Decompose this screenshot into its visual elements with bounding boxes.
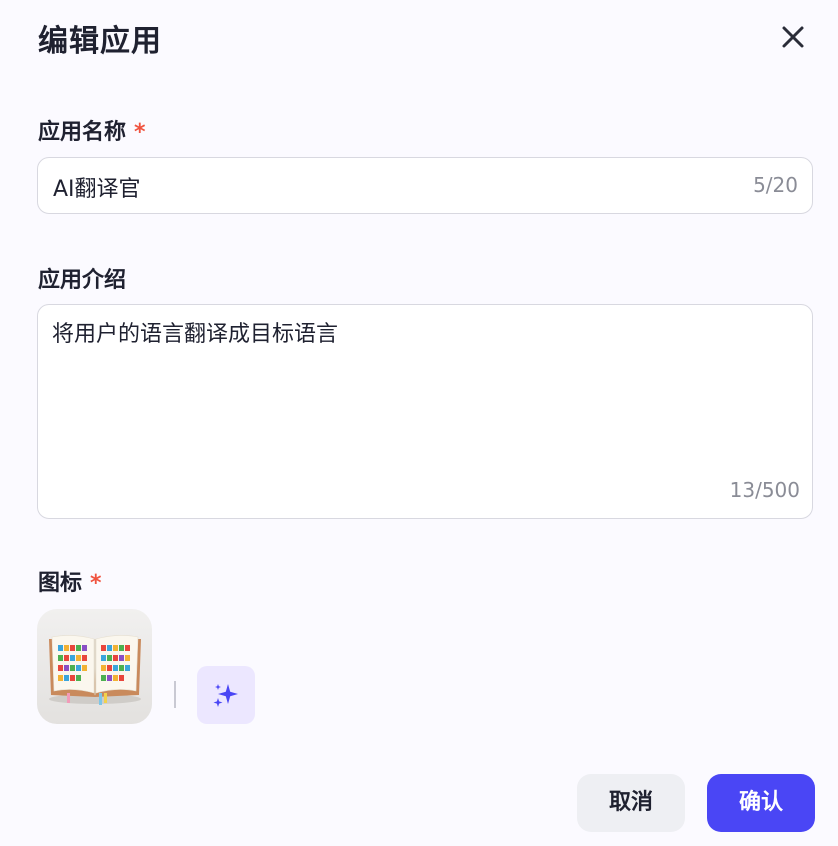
app-desc-textarea[interactable]: 将用户的语言翻译成目标语言 13/500 xyxy=(37,304,813,519)
app-desc-label: 应用介绍 xyxy=(38,268,127,293)
required-mark: * xyxy=(90,571,102,596)
ai-generate-icon-button[interactable] xyxy=(197,666,255,724)
confirm-button[interactable]: 确认 xyxy=(707,774,815,832)
app-desc-value: 将用户的语言翻译成目标语言 xyxy=(52,322,339,347)
close-button[interactable] xyxy=(778,22,808,52)
app-name-label-text: 应用名称 xyxy=(38,120,127,145)
app-name-input[interactable]: AI翻译官 5/20 xyxy=(37,157,813,214)
icon-label: 图标 * xyxy=(38,565,102,597)
cancel-button[interactable]: 取消 xyxy=(577,774,685,832)
edit-app-dialog: 编辑应用 应用名称 * AI翻译官 5/20 应用介绍 将用户的语言翻译成目标语言… xyxy=(0,0,838,846)
close-icon xyxy=(782,26,804,48)
app-icon-thumbnail[interactable] xyxy=(37,609,152,724)
open-book-icon xyxy=(49,635,141,705)
app-name-value: AI翻译官 xyxy=(53,177,141,202)
app-name-label: 应用名称 * xyxy=(38,114,146,146)
icon-divider xyxy=(174,681,176,708)
sparkle-icon xyxy=(213,684,238,707)
dialog-title: 编辑应用 xyxy=(38,24,162,59)
required-mark: * xyxy=(134,120,146,145)
icon-label-text: 图标 xyxy=(38,571,83,596)
app-desc-char-counter: 13/500 xyxy=(729,478,800,502)
app-name-char-counter: 5/20 xyxy=(753,173,798,197)
